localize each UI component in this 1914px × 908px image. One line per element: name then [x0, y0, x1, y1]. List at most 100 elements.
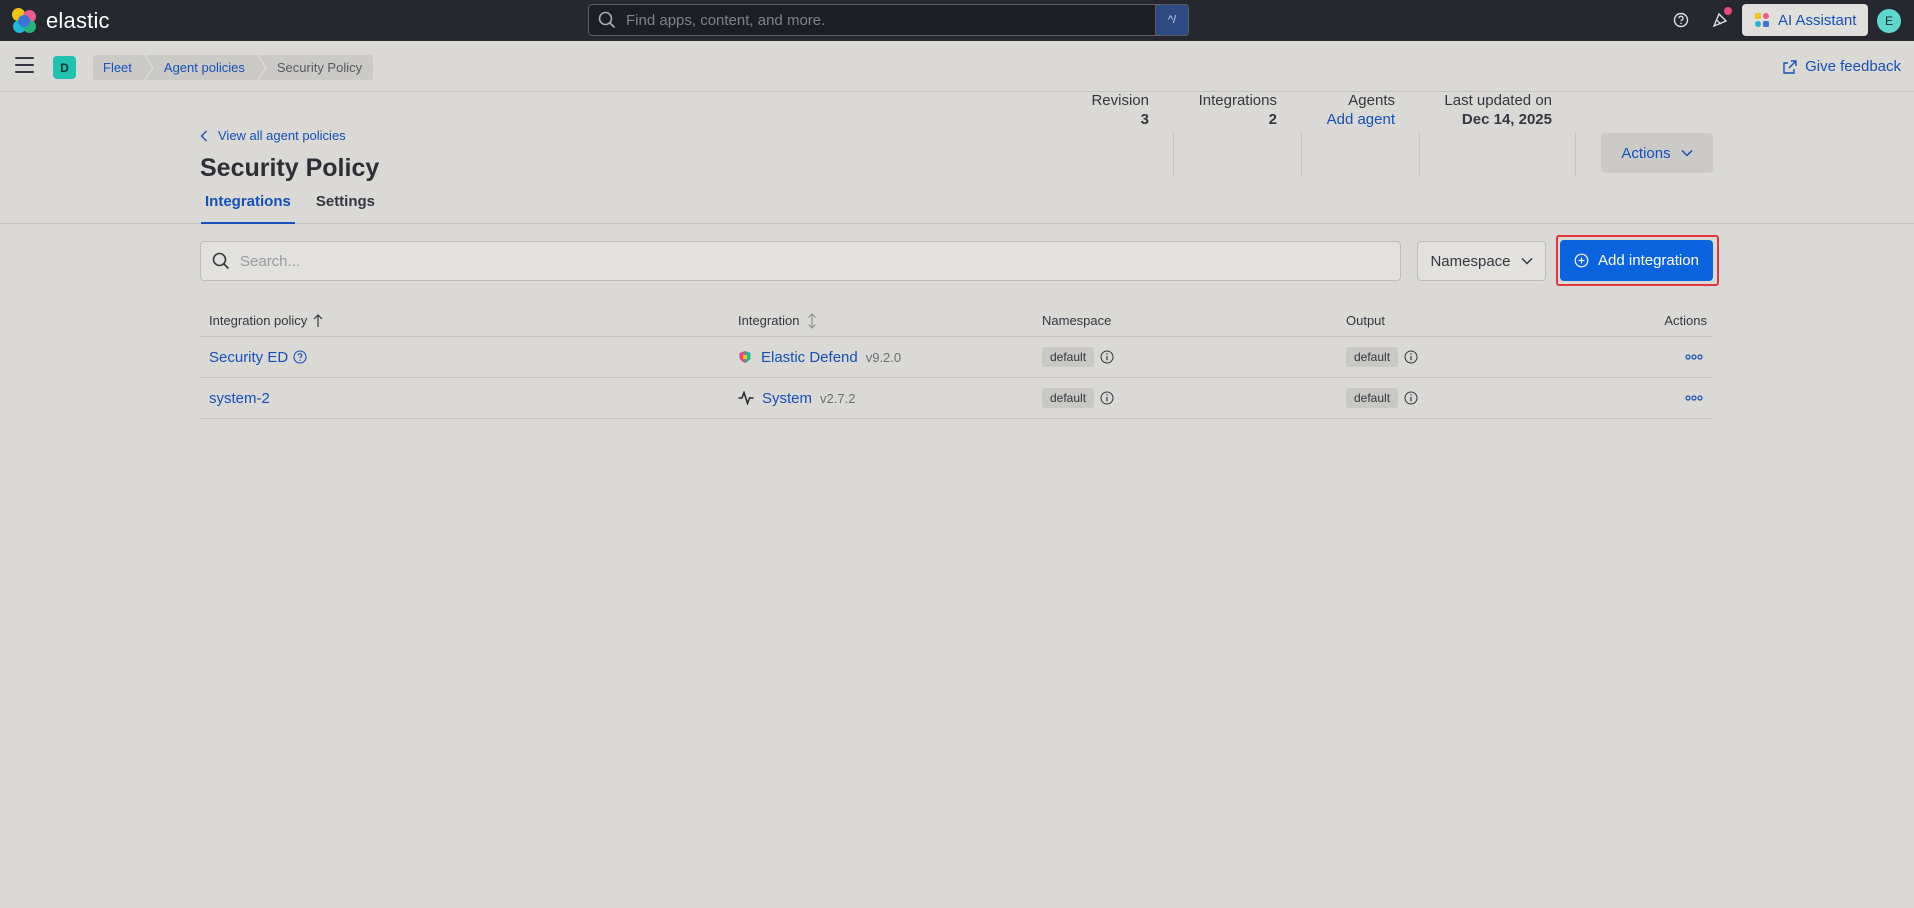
breadcrumb-fleet[interactable]: Fleet: [93, 55, 152, 80]
info-icon[interactable]: [1404, 391, 1418, 405]
actions-label: Actions: [1621, 144, 1671, 162]
namespace-badge: default: [1042, 388, 1095, 408]
more-actions-icon[interactable]: [1685, 354, 1703, 360]
namespace-filter-label: Namespace: [1430, 252, 1511, 270]
menu-toggle-icon[interactable]: [15, 57, 34, 73]
revision-label: Revision: [1091, 92, 1149, 109]
plus-in-circle-icon: [1574, 253, 1589, 268]
breadcrumb-agent-policies[interactable]: Agent policies: [146, 55, 265, 80]
column-integration-policy[interactable]: Integration policy: [209, 305, 323, 336]
stat-integrations: Integrations 2: [1199, 92, 1277, 128]
policy-cell: Security ED: [209, 337, 307, 377]
chevron-down-icon: [1520, 257, 1533, 265]
output-cell: default: [1346, 337, 1418, 377]
page-header: View all agent policies Security Policy …: [0, 92, 1914, 224]
column-integration-policy-label: Integration policy: [209, 313, 308, 328]
news-feed-icon[interactable]: [1709, 7, 1732, 31]
namespace-badge: default: [1042, 347, 1095, 367]
stat-agents: Agents Add agent: [1327, 92, 1395, 128]
search-shortcut-hint: ^/: [1155, 5, 1188, 35]
integration-policies-table: Integration policy Integration Namespace…: [200, 305, 1713, 419]
table-row: system-2 System v2.7.2 default default: [200, 378, 1713, 419]
column-integration-label: Integration: [738, 313, 800, 328]
stat-revision: Revision 3: [1091, 92, 1149, 128]
revision-value: 3: [1140, 111, 1149, 128]
column-namespace: Namespace: [1042, 313, 1112, 328]
search-icon: [598, 11, 616, 29]
tab-integrations[interactable]: Integrations: [201, 193, 295, 224]
output-cell: default: [1346, 378, 1418, 418]
policy-link[interactable]: system-2: [209, 390, 270, 407]
back-link-label: View all agent policies: [218, 128, 346, 143]
add-integration-label: Add integration: [1598, 252, 1699, 269]
namespace-cell: default: [1042, 337, 1114, 377]
stat-last-updated: Last updated on Dec 14, 2025: [1444, 92, 1552, 128]
tab-settings[interactable]: Settings: [312, 193, 379, 224]
add-integration-button[interactable]: Add integration: [1560, 240, 1713, 281]
integration-link[interactable]: System: [762, 390, 812, 407]
actions-menu-button[interactable]: Actions: [1601, 133, 1713, 173]
top-header: elastic ^/ AI Assistant E: [0, 0, 1914, 41]
policy-cell: system-2: [209, 378, 270, 418]
elastic-defend-icon: [739, 351, 751, 363]
user-avatar[interactable]: E: [1877, 9, 1901, 33]
sort-icon: [808, 312, 817, 329]
chevron-down-icon: [1681, 149, 1693, 157]
ai-assistant-button[interactable]: AI Assistant: [1742, 4, 1868, 36]
back-to-policies-link[interactable]: View all agent policies: [200, 128, 346, 143]
help-icon[interactable]: [1670, 9, 1692, 31]
namespace-cell: default: [1042, 378, 1114, 418]
info-icon[interactable]: [1100, 391, 1114, 405]
elastic-logo[interactable]: elastic: [12, 8, 110, 34]
table-header-row: Integration policy Integration Namespace…: [200, 305, 1713, 337]
ai-assistant-icon: [1755, 13, 1769, 27]
column-integration[interactable]: Integration: [738, 305, 818, 336]
breadcrumb-bar: D Fleet Agent policies Security Policy G…: [0, 41, 1914, 92]
integration-cell: Elastic Defend v9.2.0: [738, 337, 901, 377]
global-search[interactable]: ^/: [588, 4, 1189, 36]
give-feedback-link[interactable]: Give feedback: [1783, 58, 1901, 75]
integrations-count-label: Integrations: [1198, 92, 1277, 109]
last-updated-label: Last updated on: [1444, 92, 1552, 109]
give-feedback-label: Give feedback: [1805, 58, 1901, 75]
brand-name: elastic: [46, 8, 110, 33]
info-icon[interactable]: [1404, 350, 1418, 364]
integration-link[interactable]: Elastic Defend: [761, 349, 858, 366]
space-avatar[interactable]: D: [53, 56, 76, 79]
tab-list: Integrations Settings: [201, 193, 396, 224]
stat-divider: [1173, 132, 1174, 176]
integration-search-input[interactable]: [230, 252, 1400, 270]
integration-cell: System v2.7.2: [738, 378, 855, 418]
breadcrumb: Fleet Agent policies Security Policy: [93, 55, 374, 80]
column-actions: Actions: [1664, 313, 1707, 328]
output-badge: default: [1346, 347, 1399, 367]
integration-version: v2.7.2: [820, 390, 856, 406]
system-pulse-icon: [738, 391, 754, 405]
more-actions-icon[interactable]: [1685, 395, 1703, 401]
column-output: Output: [1346, 313, 1386, 328]
row-actions-cell: [1685, 337, 1703, 377]
namespace-filter[interactable]: Namespace: [1417, 241, 1546, 281]
stat-divider: [1301, 132, 1302, 176]
stat-divider: [1575, 132, 1576, 176]
last-updated-value: Dec 14, 2025: [1461, 111, 1552, 128]
notification-dot: [1724, 7, 1732, 15]
integration-search[interactable]: [200, 241, 1401, 281]
stat-divider: [1419, 132, 1420, 176]
policy-link[interactable]: Security ED: [209, 349, 288, 366]
add-agent-link[interactable]: Add agent: [1327, 111, 1395, 128]
integrations-count-value: 2: [1268, 111, 1277, 128]
output-badge: default: [1346, 388, 1399, 408]
ai-assistant-label: AI Assistant: [1778, 11, 1857, 29]
info-icon[interactable]: [1100, 350, 1114, 364]
elastic-logo-icon: [12, 8, 38, 34]
breadcrumb-security-policy: Security Policy: [258, 55, 374, 80]
question-icon[interactable]: [293, 350, 307, 364]
external-link-icon: [1783, 59, 1797, 74]
table-row: Security ED Elastic Defend v9.2.0 defaul…: [200, 337, 1713, 378]
page-title: Security Policy: [200, 154, 380, 182]
global-search-input[interactable]: [616, 11, 1155, 29]
chevron-left-icon: [200, 130, 207, 141]
sort-ascending-icon: [313, 313, 323, 327]
integration-version: v9.2.0: [865, 349, 902, 365]
